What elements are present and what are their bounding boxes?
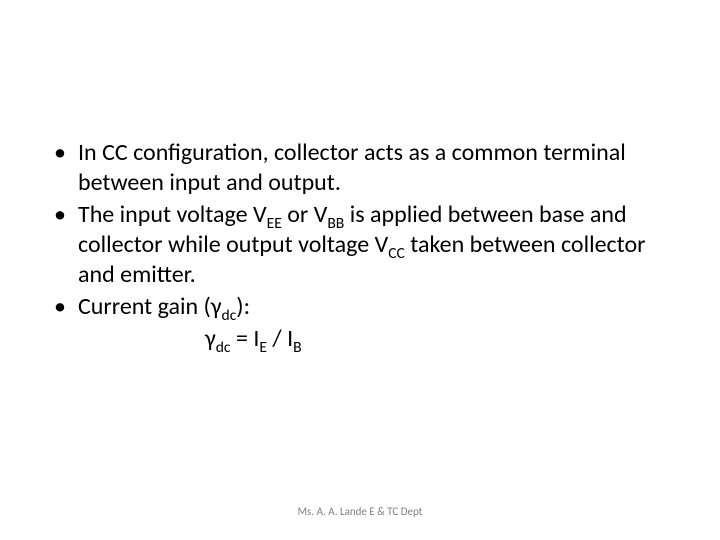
bullet-text: Current gain (γ [78, 292, 222, 321]
bullet-item: Current gain (γdc): [50, 292, 670, 322]
bullet-list: In CC configuration, collector acts as a… [50, 138, 670, 322]
subscript: dc [216, 338, 231, 357]
subscript: CC [388, 244, 405, 263]
bullet-text: The input voltage V [78, 200, 267, 229]
bullet-item: The input voltage VEE or VBB is applied … [50, 200, 670, 290]
formula-text: γ [205, 324, 216, 353]
subscript: B [293, 338, 301, 357]
formula-text: / I [267, 324, 293, 353]
bullet-text: In CC configuration, collector acts as a… [78, 138, 626, 197]
subscript: dc [222, 306, 237, 325]
bullet-text: ): [236, 292, 250, 321]
bullet-text: or V [282, 200, 328, 229]
formula-text: = I [231, 324, 260, 353]
subscript: E [259, 338, 267, 357]
formula-line: γdc = IE / IB [50, 324, 670, 354]
bullet-item: In CC configuration, collector acts as a… [50, 138, 670, 198]
slide: In CC configuration, collector acts as a… [0, 0, 720, 540]
footer-text: Ms. A. A. Lande E & TC Dept [0, 505, 720, 518]
body-content: In CC configuration, collector acts as a… [50, 138, 670, 354]
